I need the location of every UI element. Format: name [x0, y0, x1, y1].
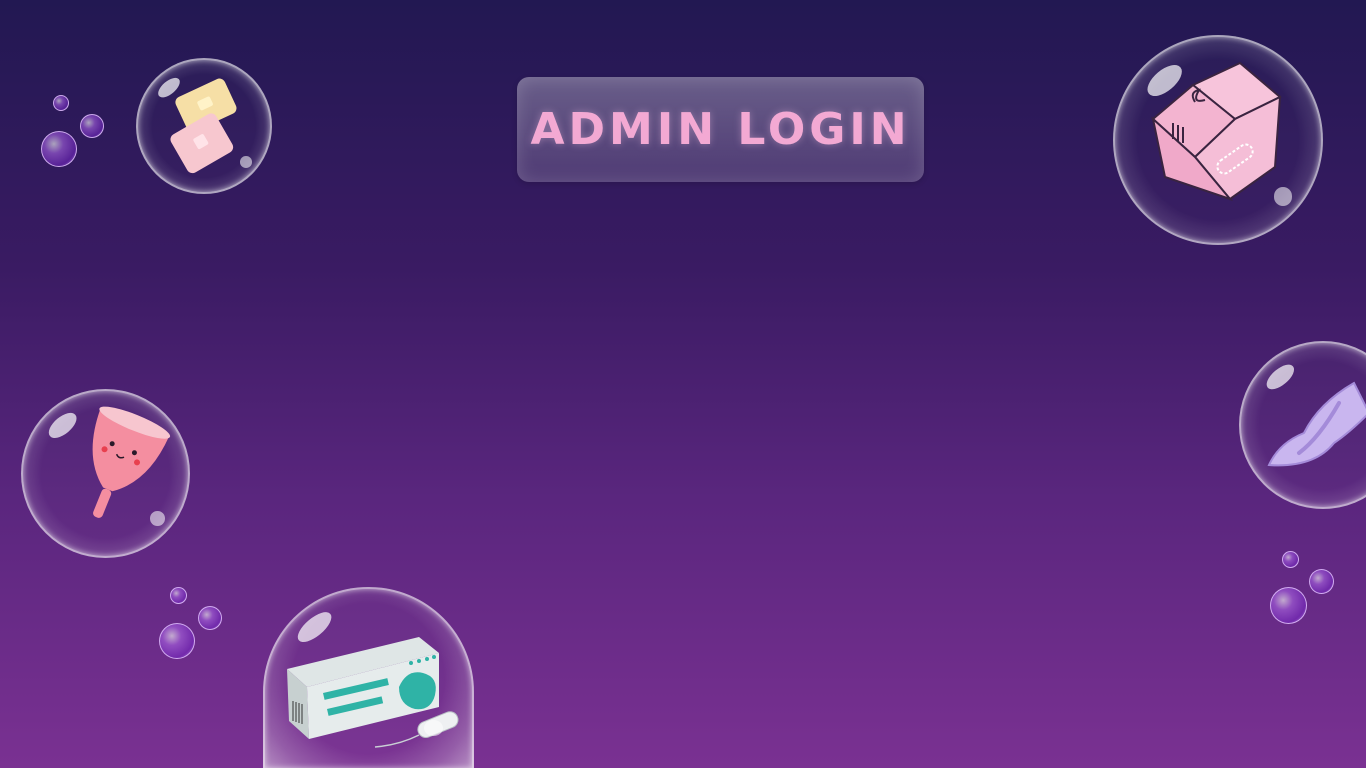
small-bubble — [41, 131, 77, 167]
sanitary-pad-icon — [1267, 381, 1366, 467]
small-bubble — [1309, 569, 1334, 594]
menstrual-cup-bubble — [21, 389, 190, 558]
pad-box-icon — [1151, 61, 1282, 202]
small-bubble — [198, 606, 222, 630]
menstrual-cup-icon — [92, 406, 171, 518]
tampon-box-bubble — [263, 587, 474, 768]
sanitary-pads-icon — [170, 78, 237, 174]
small-bubble — [1282, 551, 1299, 568]
pad-bubble — [1239, 341, 1366, 509]
small-bubble — [159, 623, 195, 659]
small-bubble — [170, 587, 187, 604]
tampon-box-icon — [287, 637, 459, 748]
admin-login-title-card: ADMIN LOGIN — [517, 77, 924, 182]
pads-bubble — [136, 58, 272, 194]
small-bubble — [80, 114, 104, 138]
pad-box-bubble — [1113, 35, 1323, 245]
small-bubble — [1270, 587, 1307, 624]
small-bubble — [53, 95, 69, 111]
page-title: ADMIN LOGIN — [530, 104, 911, 155]
